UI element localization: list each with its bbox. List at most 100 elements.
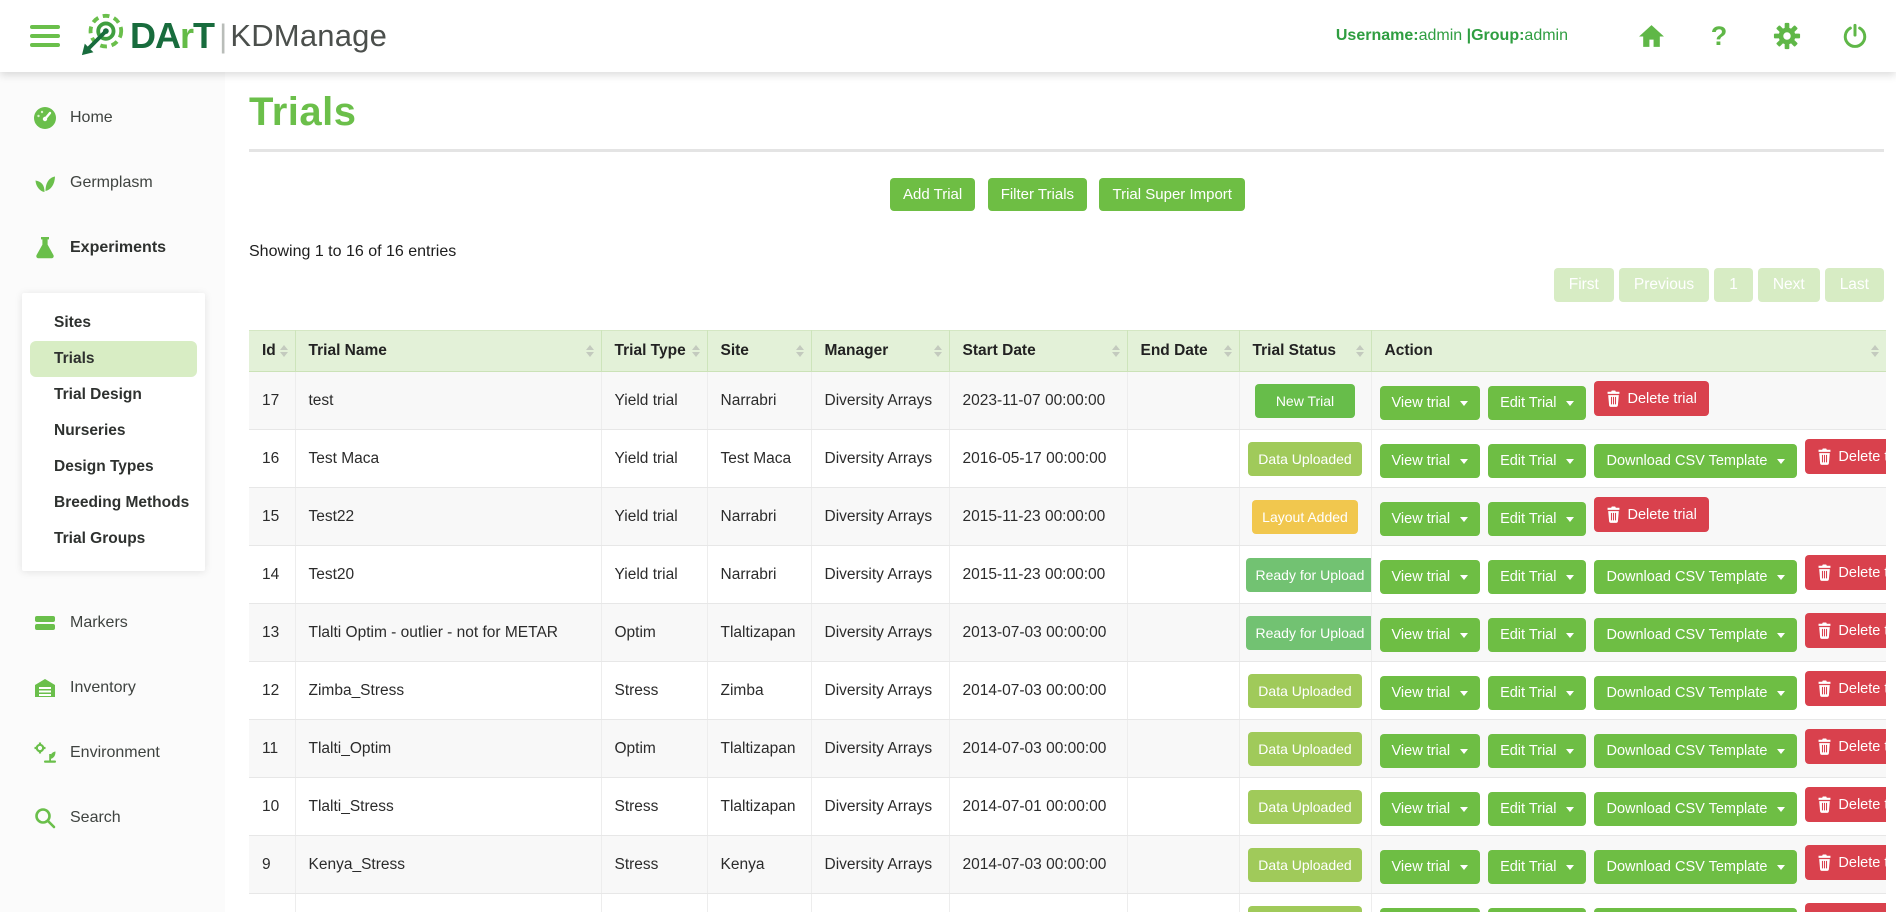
- dropdown-caret-icon[interactable]: [1777, 749, 1785, 754]
- dropdown-caret-icon[interactable]: [1566, 749, 1574, 754]
- app-logo[interactable]: DArT | KDManage: [80, 11, 387, 62]
- edit-trial-button[interactable]: Edit Trial: [1488, 618, 1586, 652]
- column-header-action[interactable]: Action: [1371, 331, 1886, 372]
- edit-trial-button[interactable]: Edit Trial: [1488, 908, 1586, 912]
- view-trial-button[interactable]: View trial: [1380, 734, 1481, 768]
- column-header-trial-name[interactable]: Trial Name: [295, 331, 601, 372]
- help-icon[interactable]: ?: [1704, 21, 1734, 51]
- dropdown-caret-icon[interactable]: [1777, 865, 1785, 870]
- pagination-next-button[interactable]: Next: [1758, 268, 1820, 302]
- column-header-end-date[interactable]: End Date: [1127, 331, 1239, 372]
- edit-trial-button[interactable]: Edit Trial: [1488, 502, 1586, 536]
- column-header-trial-type[interactable]: Trial Type: [601, 331, 707, 372]
- download-csv-template-button[interactable]: Download CSV Template: [1594, 734, 1797, 768]
- edit-trial-button[interactable]: Edit Trial: [1488, 792, 1586, 826]
- sidebar-item-germplasm[interactable]: Germplasm: [0, 163, 225, 203]
- pagination-previous-button[interactable]: Previous: [1619, 268, 1709, 302]
- column-header-site[interactable]: Site: [707, 331, 811, 372]
- edit-trial-button[interactable]: Edit Trial: [1488, 734, 1586, 768]
- delete-trial-button[interactable]: Delete trial: [1594, 497, 1708, 532]
- download-csv-template-button[interactable]: Download CSV Template: [1594, 618, 1797, 652]
- sidebar-item-trials[interactable]: Trials: [30, 341, 197, 377]
- edit-trial-button[interactable]: Edit Trial: [1488, 560, 1586, 594]
- filter-trials-button[interactable]: Filter Trials: [988, 178, 1087, 211]
- column-header-start-date[interactable]: Start Date: [949, 331, 1127, 372]
- delete-trial-button[interactable]: Delete trial: [1594, 381, 1708, 416]
- delete-trial-button[interactable]: Delete trial: [1805, 903, 1886, 912]
- download-csv-template-button[interactable]: Download CSV Template: [1594, 560, 1797, 594]
- delete-trial-button[interactable]: Delete trial: [1805, 671, 1886, 706]
- pagination-first-button[interactable]: First: [1554, 268, 1614, 302]
- delete-trial-button[interactable]: Delete trial: [1805, 613, 1886, 648]
- delete-trial-button[interactable]: Delete trial: [1805, 439, 1886, 474]
- dropdown-caret-icon[interactable]: [1566, 807, 1574, 812]
- dropdown-caret-icon[interactable]: [1566, 401, 1574, 406]
- download-csv-template-button[interactable]: Download CSV Template: [1594, 444, 1797, 478]
- sidebar-item-breeding-methods[interactable]: Breeding Methods: [30, 485, 197, 521]
- settings-icon[interactable]: [1772, 21, 1802, 51]
- trial-super-import-button[interactable]: Trial Super Import: [1099, 178, 1244, 211]
- dropdown-caret-icon[interactable]: [1566, 459, 1574, 464]
- dropdown-caret-icon[interactable]: [1460, 633, 1468, 638]
- download-csv-template-button[interactable]: Download CSV Template: [1594, 792, 1797, 826]
- sidebar-item-inventory[interactable]: Inventory: [0, 668, 225, 708]
- dropdown-caret-icon[interactable]: [1460, 459, 1468, 464]
- sidebar-item-home[interactable]: Home: [0, 98, 225, 138]
- menu-hamburger-icon[interactable]: [30, 25, 60, 47]
- edit-trial-button[interactable]: Edit Trial: [1488, 676, 1586, 710]
- add-trial-button[interactable]: Add Trial: [890, 178, 975, 211]
- dropdown-caret-icon[interactable]: [1777, 633, 1785, 638]
- power-icon[interactable]: [1840, 21, 1870, 51]
- dropdown-caret-icon[interactable]: [1566, 633, 1574, 638]
- view-trial-button[interactable]: View trial: [1380, 386, 1481, 420]
- view-trial-button[interactable]: View trial: [1380, 908, 1481, 912]
- dropdown-caret-icon[interactable]: [1777, 575, 1785, 580]
- dropdown-caret-icon[interactable]: [1460, 575, 1468, 580]
- sidebar-item-design-types[interactable]: Design Types: [30, 449, 197, 485]
- sidebar-item-environment[interactable]: Environment: [0, 733, 225, 773]
- dropdown-caret-icon[interactable]: [1460, 807, 1468, 812]
- dropdown-caret-icon[interactable]: [1460, 691, 1468, 696]
- dropdown-caret-icon[interactable]: [1460, 749, 1468, 754]
- edit-trial-button[interactable]: Edit Trial: [1488, 444, 1586, 478]
- delete-trial-button[interactable]: Delete trial: [1805, 555, 1886, 590]
- view-trial-button[interactable]: View trial: [1380, 618, 1481, 652]
- pagination-last-button[interactable]: Last: [1825, 268, 1884, 302]
- download-csv-template-button[interactable]: Download CSV Template: [1594, 908, 1797, 912]
- view-trial-button[interactable]: View trial: [1380, 676, 1481, 710]
- sidebar-item-nurseries[interactable]: Nurseries: [30, 413, 197, 449]
- download-csv-template-button[interactable]: Download CSV Template: [1594, 850, 1797, 884]
- dropdown-caret-icon[interactable]: [1566, 865, 1574, 870]
- edit-trial-button[interactable]: Edit Trial: [1488, 386, 1586, 420]
- dropdown-caret-icon[interactable]: [1566, 575, 1574, 580]
- view-trial-button[interactable]: View trial: [1380, 444, 1481, 478]
- download-csv-template-button[interactable]: Download CSV Template: [1594, 676, 1797, 710]
- view-trial-button[interactable]: View trial: [1380, 502, 1481, 536]
- dropdown-caret-icon[interactable]: [1460, 517, 1468, 522]
- sidebar-item-trial-groups[interactable]: Trial Groups: [30, 521, 197, 557]
- column-header-manager[interactable]: Manager: [811, 331, 949, 372]
- dropdown-caret-icon[interactable]: [1777, 807, 1785, 812]
- sidebar-item-search[interactable]: Search: [0, 798, 225, 838]
- dropdown-caret-icon[interactable]: [1460, 865, 1468, 870]
- view-trial-button[interactable]: View trial: [1380, 792, 1481, 826]
- dropdown-caret-icon[interactable]: [1777, 459, 1785, 464]
- pagination-page-1-button[interactable]: 1: [1714, 268, 1753, 302]
- home-icon[interactable]: [1636, 21, 1666, 51]
- delete-trial-button[interactable]: Delete trial: [1805, 845, 1886, 880]
- dropdown-caret-icon[interactable]: [1566, 691, 1574, 696]
- view-trial-button[interactable]: View trial: [1380, 850, 1481, 884]
- dropdown-caret-icon[interactable]: [1460, 401, 1468, 406]
- sidebar-item-markers[interactable]: Markers: [0, 603, 225, 643]
- view-trial-button[interactable]: View trial: [1380, 560, 1481, 594]
- edit-trial-button[interactable]: Edit Trial: [1488, 850, 1586, 884]
- delete-trial-button[interactable]: Delete trial: [1805, 787, 1886, 822]
- dropdown-caret-icon[interactable]: [1777, 691, 1785, 696]
- sidebar-item-trial-design[interactable]: Trial Design: [30, 377, 197, 413]
- sidebar-item-sites[interactable]: Sites: [30, 305, 197, 341]
- column-header-trial-status[interactable]: Trial Status: [1239, 331, 1371, 372]
- sidebar-item-experiments[interactable]: Experiments: [0, 228, 225, 268]
- dropdown-caret-icon[interactable]: [1566, 517, 1574, 522]
- delete-trial-button[interactable]: Delete trial: [1805, 729, 1886, 764]
- column-header-id[interactable]: Id: [249, 331, 295, 372]
